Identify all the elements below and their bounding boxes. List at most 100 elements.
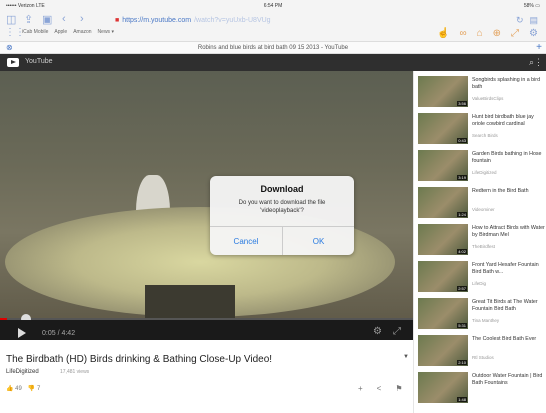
youtube-header: YouTube ⌕ ⋮ [0,54,546,71]
hand-icon[interactable]: ☝ [437,28,449,39]
youtube-logo-icon[interactable] [7,58,19,67]
related-video-title[interactable]: Garden Birds bathing in Hose fountain [472,151,546,164]
share-icon[interactable]: < [377,384,382,393]
bookmark-item[interactable]: News ▾ [98,29,114,35]
dislike-count: 7 [36,386,41,392]
player-settings-icon[interactable]: ⚙ [373,326,382,337]
status-bar: •••••• Verizon LTE 6:54 PM 58% ▭ [0,0,546,11]
channel-name[interactable]: LifeDigitized [6,369,39,375]
video-thumbnail[interactable]: 1:24 [418,187,468,218]
url-domain: https://m.youtube.com [122,16,192,24]
related-video-channel: TheBirdfest [472,244,496,249]
related-video-channel: Rtl Studios [472,355,494,360]
video-duration: 4:02 [457,249,467,254]
share-actions: + < ⚑ [358,384,403,393]
related-video-item[interactable]: 2:10 The Coolest Bird Bath Ever Rtl Studio… [418,333,546,369]
video-duration: 3:19 [457,175,467,180]
related-video-channel: Search Birds [472,133,498,138]
expand-icon[interactable]: ⤢ [511,28,519,39]
video-thumbnail[interactable]: 3:56 [418,76,468,107]
forward-icon[interactable]: › [80,13,84,25]
related-video-channel: Tina Manthey [472,318,500,323]
downloads-icon[interactable]: ▤ [529,15,538,26]
tab-title[interactable]: Robins and blue birds at bird bath 09 15… [198,45,348,51]
reload-icon[interactable]: ↻ [516,15,524,26]
browser-toolbar: ◫ ⇪ ▣ ‹ › ■ https://m.youtube.com/watch?… [0,11,546,42]
video-duration: 2:57 [457,286,467,291]
bookmark-item[interactable]: Apple [54,29,67,35]
url-path: /watch?v=yuUxb-U8VUg [194,16,271,24]
chevron-down-icon[interactable]: ▼ [403,354,409,360]
time-duration: 4:42 [61,330,76,337]
related-video-item[interactable]: 2:57 Front Yard Hexafer Fountain Bird Bat… [418,259,546,295]
bookmark-item[interactable]: iCab Mobile [22,29,48,35]
fullscreen-icon[interactable]: ⤢ [393,326,401,337]
video-duration: 2:10 [457,360,467,365]
new-tab-icon[interactable]: + [536,42,542,53]
video-thumbnail[interactable]: 0:43 [418,113,468,144]
video-thumbnail[interactable]: 2:10 [418,335,468,366]
back-icon[interactable]: ‹ [62,13,66,25]
dislike-button[interactable]: 👎 7 [28,385,40,392]
bookmarks-icon[interactable]: ▣ [42,14,52,26]
video-thumbnail[interactable]: 2:57 [418,261,468,292]
video-title: The Birdbath (HD) Birds drinking & Bathi… [6,354,273,365]
related-video-item[interactable]: 3:19 Garden Birds bathing in Hose fountai… [418,148,546,184]
related-video-channel: Videominer [472,207,495,212]
link-icon[interactable]: ∞ [459,28,466,39]
bookmark-item[interactable]: Amazon [73,29,91,35]
add-icon[interactable]: + [358,384,363,393]
ok-button[interactable]: OK [283,228,354,255]
video-thumbnail[interactable]: 1:48 [418,372,468,403]
video-duration: 1:48 [457,397,467,402]
related-video-title[interactable]: The Coolest Bird Bath Ever [472,336,546,343]
toolbar-right-bottom: ☝ ∞ ⌂ ⊕ ⤢ ⚙ [437,28,538,39]
related-video-channel: LifeDigitized [472,170,497,175]
video-thumbnail[interactable]: 5:31 [418,298,468,329]
video-duration: 0:43 [457,138,467,143]
related-video-channel: ValueBirdsClips [472,96,504,101]
tabs-icon[interactable]: ◫ [6,14,16,26]
more-icon[interactable]: ⋮ [534,57,543,68]
clock-label: 6:54 PM [263,2,283,9]
bookmarks-bar: iCab Mobile Apple Amazon News ▾ [22,29,114,35]
related-video-title[interactable]: Outdoor Water Fountain | Bird Bath Fount… [472,373,546,386]
cancel-button[interactable]: Cancel [210,228,282,255]
related-video-item[interactable]: 0:43 Hunt bird birdbath blue jay oriole c… [418,111,546,147]
video-thumbnail[interactable]: 3:19 [418,150,468,181]
video-duration: 5:31 [457,323,467,328]
related-video-title[interactable]: Great Tit Birds at The Water Fountain Bi… [472,299,546,312]
related-video-title[interactable]: How to Attract Birds with Water by Birdm… [472,225,546,238]
related-video-title[interactable]: Redtern in the Bird Bath [472,188,546,195]
related-video-item[interactable]: 5:31 Great Tit Birds at The Water Fountai… [418,296,546,332]
settings-icon[interactable]: ⚙ [529,28,538,39]
lock-icon: ■ [115,16,120,24]
download-dialog: Download Do you want to download the fil… [210,176,354,255]
related-video-item[interactable]: 1:48 Outdoor Water Fountain | Bird Bath F… [418,370,546,406]
download-icon[interactable]: ⊕ [493,28,501,39]
flag-icon[interactable]: ⚑ [395,384,402,393]
related-video-title[interactable]: Songbirds splashing in a bird bath [472,77,546,90]
toolbar-right-top: ↻ ▤ [516,15,538,26]
home-icon[interactable]: ⌂ [477,28,483,39]
related-video-item[interactable]: 1:24 Redtern in the Bird Bath Videominer [418,185,546,221]
youtube-name: YouTube [25,58,53,65]
dialog-title: Download [260,184,304,194]
tab-close-icon[interactable]: ⊗ [6,43,13,52]
video-duration: 1:24 [457,212,467,217]
related-video-item[interactable]: 4:02 How to Attract Birds with Water by B… [418,222,546,258]
dialog-message: Do you want to download the file 'videop… [238,200,326,214]
related-video-channel: LifeDig [472,281,487,286]
view-count: 17,481 views [60,369,90,375]
time-elapsed: 0:05 [42,330,56,337]
address-bar[interactable]: ■ https://m.youtube.com/watch?v=yuUxb-U8… [115,14,515,26]
video-thumbnail[interactable]: 4:02 [418,224,468,255]
like-button[interactable]: 👍 49 [6,385,22,392]
play-icon[interactable] [18,328,26,338]
related-video-item[interactable]: 3:56 Songbirds splashing in a bird bath Va… [418,74,546,110]
time-readout: 0:05 / 4:42 [42,330,76,337]
share-icon[interactable]: ⇪ [24,14,33,26]
tab-bar: ⊗ Robins and blue birds at bird bath 09 … [0,42,546,54]
related-video-title[interactable]: Front Yard Hexafer Fountain Bird Bath w.… [472,262,546,275]
related-video-title[interactable]: Hunt bird birdbath blue jay oriole cowbi… [472,114,546,127]
